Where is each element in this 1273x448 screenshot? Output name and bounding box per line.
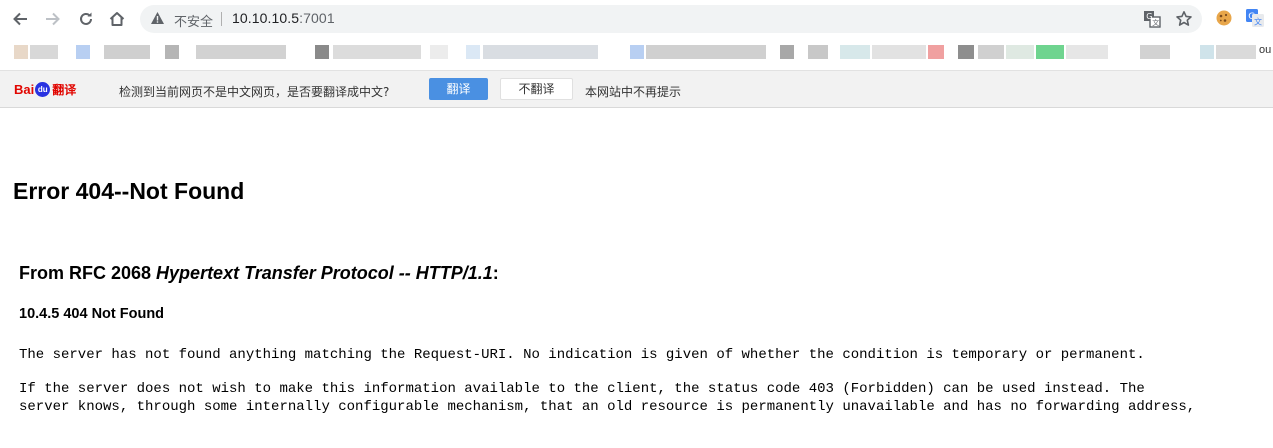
translate-bar: Bai du 翻译 检测到当前网页不是中文网页，是否要翻译成中文? 翻译 不翻译 本… <box>0 70 1273 108</box>
bookmark-item[interactable] <box>630 45 644 59</box>
bookmark-item[interactable] <box>30 45 58 59</box>
rfc-heading: From RFC 2068 Hypertext Transfer Protoco… <box>19 263 499 284</box>
bookmark-item[interactable] <box>978 45 1004 59</box>
translate-message: 检测到当前网页不是中文网页，是否要翻译成中文? <box>119 85 390 99</box>
paragraph-2: If the server does not wish to make this… <box>19 381 1196 415</box>
page-title: Error 404--Not Found <box>13 178 245 204</box>
url-text[interactable]: 10.10.10.5:7001 <box>232 10 335 26</box>
bookmark-item[interactable] <box>808 45 828 59</box>
paragraph-1: The server has not found anything matchi… <box>19 347 1145 363</box>
svg-text:文: 文 <box>1254 17 1262 27</box>
rfc-prefix: From RFC 2068 <box>19 263 157 283</box>
back-arrow-icon[interactable] <box>9 8 31 30</box>
bookmark-item[interactable] <box>872 45 926 59</box>
logo-bai-text: Bai <box>14 82 35 97</box>
translate-page-icon[interactable]: G文 <box>1143 10 1161 33</box>
bookmark-item[interactable] <box>1006 45 1034 59</box>
svg-text:文: 文 <box>1152 18 1159 27</box>
address-bar[interactable]: 不安全 10.10.10.5:7001 G文 <box>140 5 1202 33</box>
url-port: :7001 <box>299 10 335 26</box>
home-icon[interactable] <box>106 8 128 30</box>
bookmark-item[interactable] <box>14 45 28 59</box>
bookmark-overflow-text[interactable]: ou <box>1259 44 1271 56</box>
bookmark-item[interactable] <box>315 45 329 59</box>
google-translate-extension-icon[interactable]: G文 <box>1246 9 1264 32</box>
bookmark-item[interactable] <box>780 45 794 59</box>
bookmark-item[interactable] <box>165 45 179 59</box>
bookmark-item[interactable] <box>196 45 286 59</box>
warning-triangle-icon[interactable] <box>150 11 165 30</box>
forward-arrow-icon[interactable] <box>42 8 64 30</box>
omnibox-divider <box>221 12 222 26</box>
bookmark-item[interactable] <box>1140 45 1170 59</box>
bookmark-item[interactable] <box>76 45 90 59</box>
baidu-translate-logo: Bai du 翻译 <box>14 81 76 98</box>
rfc-title: Hypertext Transfer Protocol -- HTTP/1.1 <box>156 263 493 283</box>
translate-button[interactable]: 翻译 <box>429 78 488 100</box>
bookmark-item[interactable] <box>958 45 974 59</box>
bookmark-item[interactable] <box>430 45 448 59</box>
logo-du-text: du <box>35 82 51 97</box>
bookmarks-bar: ou <box>0 38 1273 68</box>
bookmark-item[interactable] <box>483 45 598 59</box>
bookmark-item[interactable] <box>1216 45 1256 59</box>
rfc-suffix: : <box>492 263 499 283</box>
bookmark-item[interactable] <box>646 45 766 59</box>
security-label[interactable]: 不安全 <box>174 11 213 30</box>
logo-fanyi-text: 翻译 <box>52 83 77 97</box>
bookmark-item[interactable] <box>104 45 150 59</box>
dont-translate-button[interactable]: 不翻译 <box>500 78 573 100</box>
never-show-link[interactable]: 本网站中不再提示 <box>585 83 681 100</box>
bookmark-item[interactable] <box>466 45 480 59</box>
star-icon[interactable] <box>1175 10 1193 33</box>
bookmark-item[interactable] <box>333 45 421 59</box>
cookie-extension-icon[interactable] <box>1215 9 1233 32</box>
bookmark-item[interactable] <box>1066 45 1108 59</box>
browser-toolbar: 不安全 10.10.10.5:7001 G文 G文 <box>0 0 1273 38</box>
bookmark-item[interactable] <box>1200 45 1214 59</box>
url-host: 10.10.10.5 <box>232 10 300 26</box>
bookmark-item[interactable] <box>1036 45 1064 59</box>
bookmark-item[interactable] <box>928 45 944 59</box>
section-heading: 10.4.5 404 Not Found <box>19 306 165 322</box>
reload-icon[interactable] <box>75 8 97 30</box>
bookmark-item[interactable] <box>840 45 870 59</box>
